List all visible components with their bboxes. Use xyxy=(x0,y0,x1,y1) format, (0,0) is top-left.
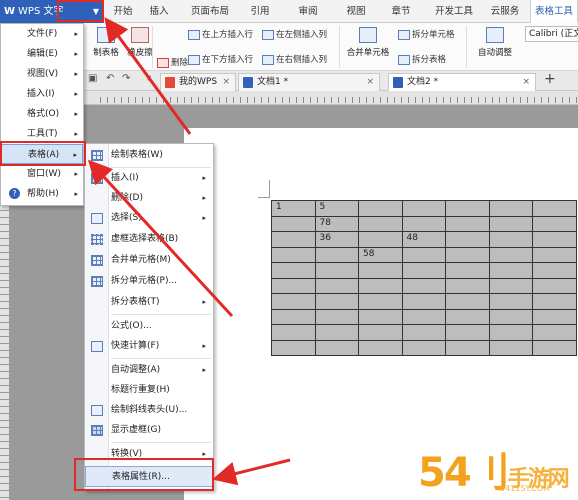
watermark-url: 5411SY.COM xyxy=(500,484,551,493)
arrow-to-table-properties xyxy=(212,458,291,486)
annotation-arrows xyxy=(87,17,291,486)
arrow-to-wps-menu xyxy=(104,17,192,135)
watermark-text: 54刂 xyxy=(418,450,510,496)
arrow-to-table-menu xyxy=(87,159,234,318)
